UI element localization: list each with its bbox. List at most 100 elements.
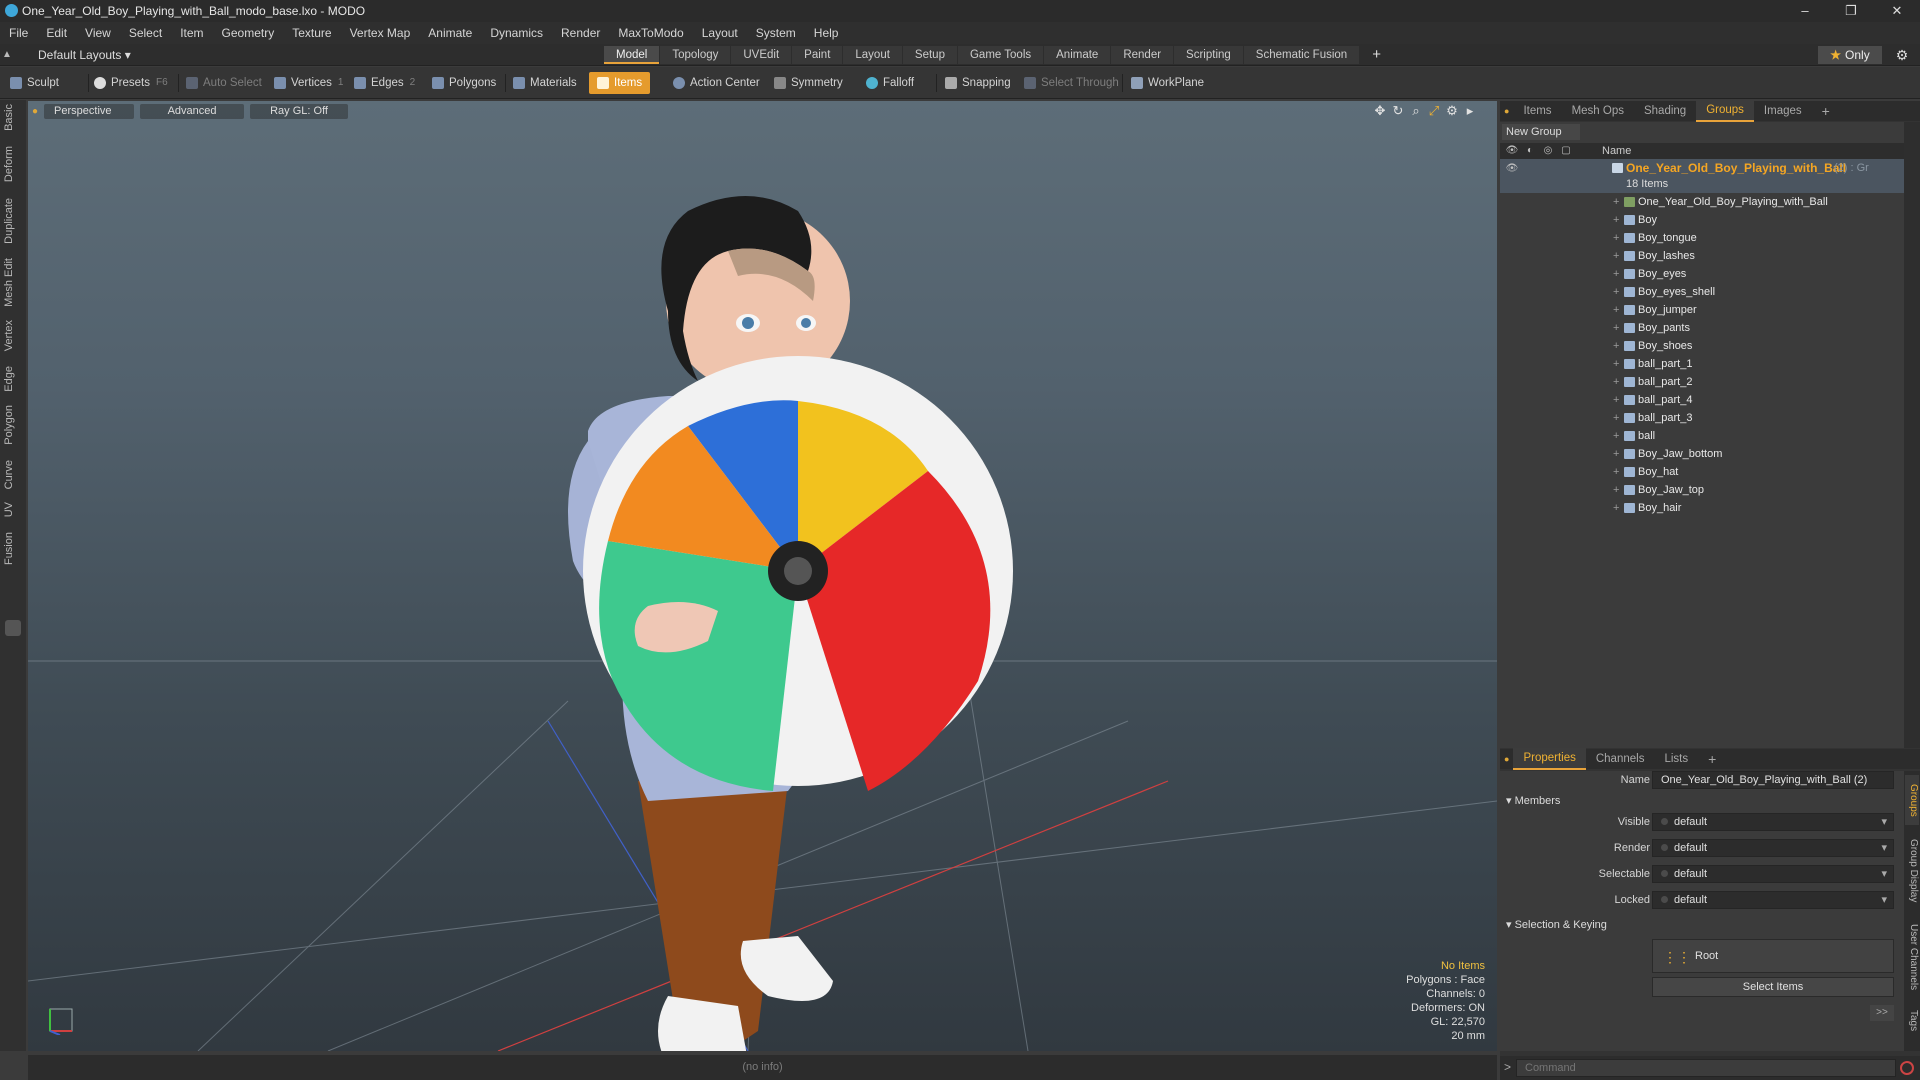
group-visibility-icon[interactable]: 👁 [1504,161,1520,177]
list-item[interactable]: + Boy [1500,211,1904,229]
list-item[interactable]: + ball_part_4 [1500,391,1904,409]
menu-select[interactable]: Select [120,22,171,44]
tab-animate[interactable]: Animate [1044,46,1111,64]
group-row[interactable]: 👁 One_Year_Old_Boy_Playing_with_Ball (2)… [1500,159,1904,193]
menu-render[interactable]: Render [552,22,609,44]
lefttab-duplicate[interactable]: Duplicate [3,198,23,244]
rotate-icon[interactable]: ↻ [1389,103,1407,119]
lefttab-edge[interactable]: Edge [3,366,23,392]
list-item[interactable]: + Boy_hat [1500,463,1904,481]
3d-viewport[interactable]: ● Perspective Advanced Ray GL: Off ✥ ↻ ⌕… [28,101,1497,1051]
root-button[interactable]: ⋮⋮ Root [1652,939,1894,973]
items-button[interactable]: Items [589,72,651,94]
tab-properties[interactable]: Properties [1513,748,1586,770]
vertices-button[interactable]: Vertices 1 [274,72,343,94]
default-layouts-dropdown[interactable]: Default Layouts ▾ [38,44,131,66]
tab-lists[interactable]: Lists [1654,749,1698,769]
tab-schematic-fusion[interactable]: Schematic Fusion [1243,46,1360,64]
menu-item[interactable]: Item [171,22,212,44]
menu-system[interactable]: System [747,22,805,44]
lefttab-vertex[interactable]: Vertex [3,320,23,351]
shading-dropdown[interactable]: Advanced [140,103,245,119]
tab-channels[interactable]: Channels [1586,749,1655,769]
list-item[interactable]: + ball_part_1 [1500,355,1904,373]
materials-button[interactable]: Materials [513,72,577,94]
list-item[interactable]: + ball_part_3 [1500,409,1904,427]
menu-geometry[interactable]: Geometry [213,22,284,44]
command-input[interactable] [1516,1059,1896,1077]
more-button[interactable]: >> [1870,1005,1894,1021]
panel-menu-icon[interactable]: ● [1500,101,1513,121]
select-items-button[interactable]: Select Items [1652,977,1894,997]
presets-button[interactable]: Presets F6 [94,72,168,94]
lefttab-polygon[interactable]: Polygon [3,405,23,445]
viewport-settings-icon[interactable]: ⚙ [1443,103,1461,119]
only-toggle[interactable]: ★ Only [1818,46,1882,64]
add-panel-tab-button[interactable]: + [1812,101,1840,121]
render-dropdown[interactable]: default ▾ [1652,839,1894,857]
menu-view[interactable]: View [76,22,120,44]
lefttab-curve[interactable]: Curve [3,460,23,489]
record-macro-icon[interactable] [1900,1061,1914,1075]
selection-keying-section-header[interactable]: ▾ Selection & Keying [1506,917,1607,933]
tab-scripting[interactable]: Scripting [1174,46,1243,64]
workplane-button[interactable]: WorkPlane [1131,72,1204,94]
tab-groups[interactable]: Groups [1696,100,1754,122]
lefttab-mesh-edit[interactable]: Mesh Edit [3,258,23,307]
minimize-button[interactable]: – [1782,0,1828,22]
panel-toggle-icon[interactable] [5,620,21,636]
menu-help[interactable]: Help [805,22,848,44]
symmetry-button[interactable]: Symmetry [774,72,843,94]
list-item[interactable]: + Boy_Jaw_bottom [1500,445,1904,463]
action-center-button[interactable]: Action Center [673,72,760,94]
lefttab-uv[interactable]: UV [3,502,23,517]
tab-game-tools[interactable]: Game Tools [957,46,1044,64]
list-item[interactable]: + Boy_eyes_shell [1500,283,1904,301]
list-item[interactable]: + One_Year_Old_Boy_Playing_with_Ball [1500,193,1904,211]
sidetab-user-channels[interactable]: User Channels [1905,917,1919,997]
sidetab-group-display[interactable]: Group Display [1905,831,1919,911]
menu-file[interactable]: File [0,22,37,44]
tab-setup[interactable]: Setup [902,46,957,64]
render-column-icon[interactable]: ◐ [1522,143,1538,159]
pan-icon[interactable]: ✥ [1371,103,1389,119]
visibility-column-icon[interactable]: 👁 [1504,143,1520,159]
selectable-dropdown[interactable]: default ▾ [1652,865,1894,883]
list-item[interactable]: + Boy_lashes [1500,247,1904,265]
list-item[interactable]: + Boy_hair [1500,499,1904,517]
auto-select-button[interactable]: Auto Select [186,72,262,94]
list-item[interactable]: + Boy_Jaw_top [1500,481,1904,499]
lefttab-deform[interactable]: Deform [3,146,23,182]
select-through-button[interactable]: Select Through [1024,72,1119,94]
menu-dynamics[interactable]: Dynamics [481,22,552,44]
list-item[interactable]: + ball_part_2 [1500,373,1904,391]
menu-layout[interactable]: Layout [693,22,747,44]
tab-topology[interactable]: Topology [660,46,731,64]
members-section-header[interactable]: ▾ Members [1506,793,1560,809]
select-column-icon[interactable]: ▢ [1558,143,1574,159]
list-item[interactable]: + Boy_tongue [1500,229,1904,247]
menu-vertex-map[interactable]: Vertex Map [341,22,420,44]
raygl-dropdown[interactable]: Ray GL: Off [250,103,349,119]
lock-column-icon[interactable]: ◎ [1540,143,1556,159]
list-item[interactable]: + Boy_pants [1500,319,1904,337]
lefttab-fusion[interactable]: Fusion [3,532,23,565]
name-field[interactable]: One_Year_Old_Boy_Playing_with_Ball (2) [1652,771,1894,789]
visible-dropdown[interactable]: default ▾ [1652,813,1894,831]
close-button[interactable]: ✕ [1874,0,1920,22]
add-tab-button[interactable]: + [1360,46,1393,64]
tab-items[interactable]: Items [1513,101,1561,121]
add-props-tab-button[interactable]: + [1698,749,1726,769]
sculpt-button[interactable]: Sculpt [10,72,59,94]
menu-edit[interactable]: Edit [37,22,76,44]
viewport-menu-icon[interactable]: ● [32,106,38,117]
props-menu-icon[interactable]: ● [1500,749,1513,769]
list-item[interactable]: + ball [1500,427,1904,445]
tab-uvedit[interactable]: UVEdit [731,46,792,64]
gear-icon[interactable]: ⚙ [1893,46,1911,64]
tab-render[interactable]: Render [1111,46,1174,64]
viewport-arrow-icon[interactable]: ▸ [1461,103,1479,119]
tab-images[interactable]: Images [1754,101,1812,121]
tab-model[interactable]: Model [604,46,660,64]
tab-layout[interactable]: Layout [843,46,902,64]
